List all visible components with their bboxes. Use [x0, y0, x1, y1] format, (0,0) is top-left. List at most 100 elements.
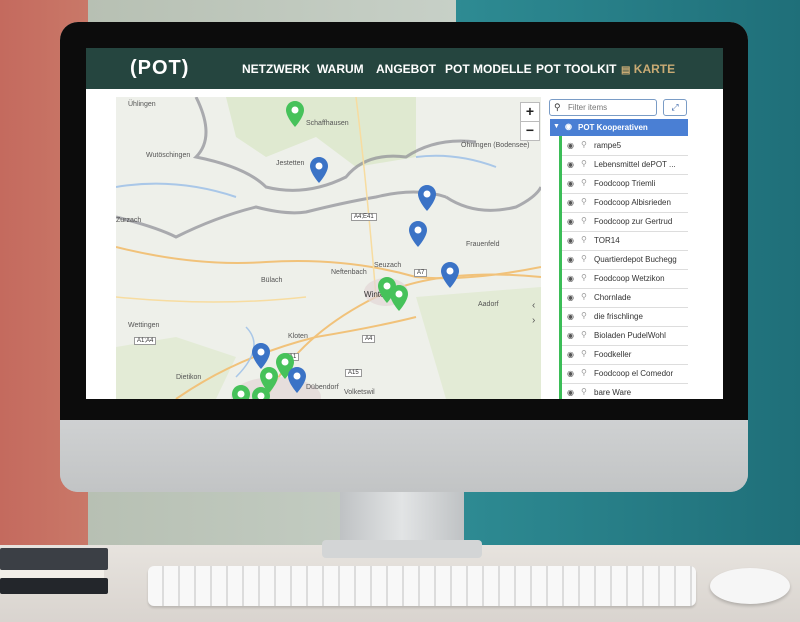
list-item[interactable]: ◉ ⚲ Quartierdepot Buchegg — [562, 251, 688, 270]
list-item[interactable]: ◉ ⚲ Lebensmittel dePOT ... — [562, 156, 688, 175]
map-icon: ▤ — [621, 65, 631, 76]
road-tag: A4;E41 — [351, 213, 377, 221]
map-pin-green[interactable] — [286, 101, 304, 127]
eye-icon[interactable]: ◉ — [567, 274, 574, 283]
eye-icon[interactable]: ◉ — [567, 388, 574, 397]
zoom-out-button[interactable]: − — [520, 121, 540, 141]
place-label: Dübendorf — [306, 384, 339, 391]
list-item-label: Chornlade — [594, 293, 631, 302]
place-label: Aadorf — [478, 301, 499, 308]
eye-icon[interactable]: ◉ — [567, 179, 574, 188]
list-item-label: Foodcoop Albisrieden — [594, 198, 671, 207]
book-stack — [0, 548, 110, 594]
list-item-label: rampe5 — [594, 141, 622, 150]
place-label: Schaffhausen — [306, 120, 349, 127]
eye-icon[interactable]: ◉ — [567, 350, 574, 359]
list-item-label: Foodcoop Triemli — [594, 179, 656, 188]
nav-item-angebot[interactable]: ANGEBOT — [376, 62, 436, 76]
map-pin-blue[interactable] — [441, 262, 459, 288]
list-item-label: Foodcoop el Comedor — [594, 369, 674, 378]
list-item-label: die frischlinge — [594, 312, 643, 321]
group-label: POT Kooperativen — [578, 123, 648, 132]
place-label: Zurzach — [116, 217, 142, 224]
road-tag: A4 — [362, 335, 376, 343]
list-item-label: TOR14 — [594, 236, 620, 245]
map-pin-blue[interactable] — [252, 343, 270, 369]
place-label: Neftenbach — [331, 269, 367, 276]
list-item[interactable]: ◉ ⚲ die frischlinge — [562, 308, 688, 327]
place-label: Ühlingen — [128, 101, 156, 108]
location-pin-icon: ⚲ — [581, 368, 587, 377]
place-label: Öhningen (Bodensee) — [461, 142, 530, 149]
list-item[interactable]: ◉ ⚲ Bioladen PudelWohl — [562, 327, 688, 346]
map-pin-blue[interactable] — [418, 185, 436, 211]
location-pin-icon: ⚲ — [581, 140, 587, 149]
list-item[interactable]: ◉ ⚲ TOR14 — [562, 232, 688, 251]
place-label: Frauenfeld — [466, 241, 500, 248]
list-item-label: Quartierdepot Buchegg — [594, 255, 677, 264]
nav-item-netzwerk[interactable]: NETZWERK — [242, 62, 310, 76]
list-item-label: Foodcoop Wetzikon — [594, 274, 665, 283]
road-tag: A15 — [345, 369, 362, 377]
list-item[interactable]: ◉ ⚲ Foodcoop Wetzikon — [562, 270, 688, 289]
list-item-label: Lebensmittel dePOT ... — [594, 160, 676, 169]
filter-search-box[interactable]: ⚲ — [549, 99, 657, 116]
eye-icon[interactable]: ◉ — [567, 255, 574, 264]
location-pin-icon: ⚲ — [581, 311, 587, 320]
expand-button[interactable]: ⤢ — [663, 99, 687, 116]
eye-icon[interactable]: ◉ — [567, 293, 574, 302]
group-header-pot-kooperativen[interactable]: ▼ ◉ POT Kooperativen — [550, 119, 688, 136]
place-label: Volketswil — [344, 389, 375, 396]
screen: (POT) NETZWERK WARUM ANGEBOT POT MODELLE… — [86, 48, 723, 399]
map-pin-blue[interactable] — [409, 221, 427, 247]
list-item[interactable]: ◉ ⚲ Foodcoop Triemli — [562, 175, 688, 194]
eye-icon[interactable]: ◉ — [567, 236, 574, 245]
map-view[interactable]: Ühlingen Schaffhausen Wutöschingen Jeste… — [116, 97, 541, 399]
list-item[interactable]: ◉ ⚲ Foodcoop el Comedor — [562, 365, 688, 384]
eye-icon[interactable]: ◉ — [567, 198, 574, 207]
list-item-label: bare Ware — [594, 388, 632, 397]
eye-icon[interactable]: ◉ — [567, 160, 574, 169]
place-label: Wettingen — [128, 322, 160, 329]
map-pin-green[interactable] — [252, 387, 270, 399]
panel-collapse-toggle[interactable]: ‹ › — [532, 300, 544, 340]
chevron-left-icon: ‹ — [532, 300, 536, 311]
caret-down-icon[interactable]: ▼ — [553, 123, 560, 130]
map-pin-blue[interactable] — [310, 157, 328, 183]
eye-icon[interactable]: ◉ — [565, 122, 572, 131]
location-pin-icon: ⚲ — [581, 159, 587, 168]
list-item[interactable]: ◉ ⚲ Chornlade — [562, 289, 688, 308]
list-item[interactable]: ◉ ⚲ Foodkeller — [562, 346, 688, 365]
location-pin-icon: ⚲ — [581, 235, 587, 244]
location-pin-icon: ⚲ — [581, 254, 587, 263]
nav-item-pot-toolkit[interactable]: POT TOOLKIT — [536, 62, 616, 76]
filter-input[interactable] — [568, 101, 652, 113]
map-pin-green[interactable] — [232, 385, 250, 399]
nav-item-pot-modelle[interactable]: POT MODELLE — [445, 62, 532, 76]
pot-logo[interactable]: (POT) — [130, 57, 189, 80]
eye-icon[interactable]: ◉ — [567, 312, 574, 321]
location-pin-icon: ⚲ — [581, 387, 587, 396]
place-label: Seuzach — [374, 262, 402, 269]
monitor-chin — [60, 420, 748, 492]
eye-icon[interactable]: ◉ — [567, 141, 574, 150]
list-item[interactable]: ◉ ⚲ rampe5 — [562, 137, 688, 156]
map-pin-blue[interactable] — [288, 367, 306, 393]
road-tag: A1;A4 — [134, 337, 157, 345]
search-icon: ⚲ — [554, 102, 561, 112]
list-item[interactable]: ◉ ⚲ Foodcoop zur Gertrud — [562, 213, 688, 232]
list-item[interactable]: ◉ ⚲ bare Ware — [562, 384, 688, 399]
road-tag: A7 — [414, 269, 428, 277]
list-item[interactable]: ◉ ⚲ Foodcoop Albisrieden — [562, 194, 688, 213]
eye-icon[interactable]: ◉ — [567, 217, 574, 226]
nav-item-karte[interactable]: ▤ KARTE — [621, 62, 675, 76]
location-pin-icon: ⚲ — [581, 292, 587, 301]
nav-item-karte-label: KARTE — [633, 62, 676, 76]
zoom-in-button[interactable]: + — [520, 102, 540, 122]
map-pin-green[interactable] — [390, 285, 408, 311]
nav-item-warum[interactable]: WARUM — [317, 62, 364, 76]
items-panel: ⚲ ⤢ ▼ ◉ POT Kooperativen ◉ ⚲ rampe5 ◉ ⚲ Leben… — [546, 97, 723, 399]
eye-icon[interactable]: ◉ — [567, 369, 574, 378]
place-label: Bülach — [261, 277, 283, 284]
eye-icon[interactable]: ◉ — [567, 331, 574, 340]
